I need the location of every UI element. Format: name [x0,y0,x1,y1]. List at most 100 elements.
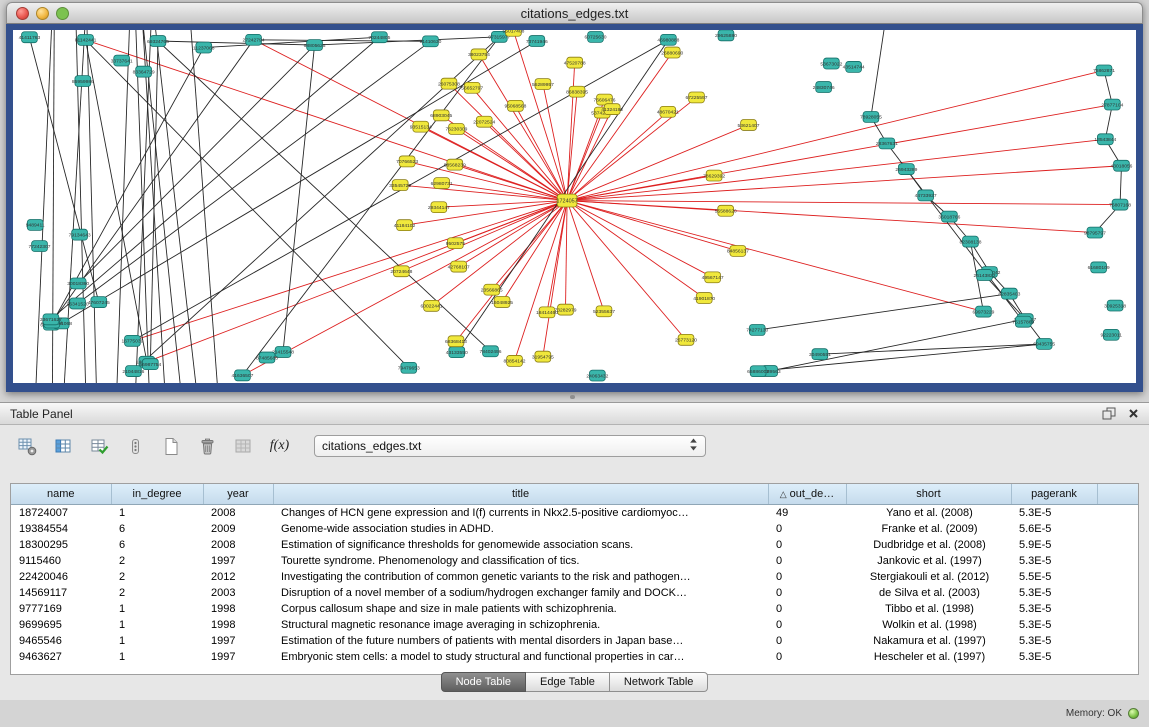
graph-node[interactable]: 1724057 [557,194,578,207]
graph-node[interactable]: 92223011 [1100,329,1122,340]
graph-node[interactable]: 53673022 [820,58,842,69]
graph-node[interactable]: 41184102 [394,220,416,231]
graph-node[interactable]: 29625880 [715,30,737,41]
graph-node[interactable]: 98795797 [1084,227,1106,238]
column-header-title[interactable]: title [273,484,768,504]
graph-node[interactable]: 23566865 [481,284,503,295]
row-options-icon[interactable] [122,433,149,459]
tab-network-table[interactable]: Network Table [610,672,709,692]
table-selector-dropdown[interactable]: citations_edges.txt [314,435,706,457]
graph-node[interactable]: 30490551 [809,349,831,360]
graph-node[interactable]: 66886002 [747,366,769,377]
graph-node[interactable]: 31954795 [532,351,554,362]
graph-node[interactable]: 68903045 [430,110,452,121]
close-window-button[interactable] [16,7,29,20]
graph-node[interactable]: 95068568 [504,100,526,111]
graph-node[interactable]: 43018056 [1110,160,1132,171]
new-column-icon[interactable] [86,433,113,459]
tab-node-table[interactable]: Node Table [441,672,526,692]
graph-node[interactable]: 26880690 [661,47,683,58]
graph-node[interactable]: 30018360 [67,278,89,289]
new-document-icon[interactable] [158,433,185,459]
function-builder-icon[interactable]: f(x) [266,433,293,459]
graph-node[interactable]: 38023754 [468,49,490,60]
tab-edge-table[interactable]: Edge Table [526,672,610,692]
graph-node[interactable]: 43133550 [446,347,468,358]
graph-node[interactable]: 73741946 [526,36,548,47]
graph-node[interactable]: 43514744 [843,61,865,72]
column-header-name[interactable]: name [11,484,111,504]
graph-node[interactable]: 42768107 [448,261,470,272]
graph-node[interactable]: 87485683 [256,352,278,363]
graph-node[interactable]: 70766523 [396,156,418,167]
column-header-out_degree[interactable]: △out_de… [768,484,846,504]
graph-node[interactable]: 96341520 [67,298,89,309]
graph-node[interactable]: 52355637 [593,306,615,317]
graph-node[interactable]: 48670421 [657,106,679,117]
graph-node[interactable]: 86838395 [566,86,588,97]
graph-node[interactable]: 46980888 [657,34,679,45]
graph-node[interactable]: 24830746 [813,82,835,93]
graph-node[interactable]: 30925318 [1104,300,1126,311]
table-row[interactable]: 977716911998Corpus callosum shape and si… [11,601,1138,617]
graph-node[interactable]: 26943289 [895,164,917,175]
graph-node[interactable]: 76862871 [1093,65,1115,76]
graph-node[interactable]: 81142441 [75,34,97,45]
network-canvas[interactable]: 41411763 81142441 69324765 11237068 27242794… [13,30,1136,383]
table-row[interactable]: 911546021997Tourette syndrome. Phenomeno… [11,553,1138,569]
table-row[interactable]: 1456911722003Disruption of a novel membe… [11,585,1138,601]
graph-node[interactable]: 24063432 [586,370,608,381]
zoom-window-button[interactable] [56,7,69,20]
graph-node[interactable]: 69435755 [1033,338,1055,349]
graph-node[interactable]: 26773120 [675,334,697,345]
table-row[interactable]: 969969511998Structural magnetic resonanc… [11,617,1138,633]
graph-node[interactable]: 84856137 [727,245,749,256]
graph-node[interactable]: 9502575 [446,238,465,249]
graph-node[interactable]: 27242794 [243,34,265,45]
graph-node[interactable]: 41411763 [19,32,41,43]
graph-node[interactable]: 61680109 [1088,262,1110,273]
graph-node[interactable]: 49567147 [702,272,724,283]
graph-node[interactable]: 77242307 [29,241,51,252]
graph-node[interactable]: 22072524 [473,116,495,127]
graph-node[interactable]: 82308138 [959,236,981,247]
table-row[interactable]: 1938455462009Genome-wide association stu… [11,521,1138,537]
column-header-pagerank[interactable]: pagerank [1011,484,1097,504]
graph-node[interactable]: 76230309 [445,124,467,135]
graph-node[interactable]: 55588620 [715,205,737,216]
graph-node[interactable]: 55017408 [502,30,524,36]
graph-node[interactable]: 70244805 [368,32,390,43]
graph-node[interactable]: 33671627 [40,314,62,325]
graph-node[interactable]: 26075308 [438,78,460,89]
split-handle[interactable] [0,392,1149,402]
table-row[interactable]: 946362711997Embryonic stem cells: a mode… [11,649,1138,665]
graph-node[interactable]: 83364729 [133,66,155,77]
graph-node[interactable]: 82835403 [998,288,1020,299]
graph-node[interactable]: 36018766 [938,211,960,222]
column-header-short[interactable]: short [846,484,1011,504]
graph-node[interactable]: 13543844 [1094,134,1116,145]
graph-node[interactable]: 16775039 [121,335,143,346]
graph-node[interactable]: 33545729 [389,180,411,191]
graph-node[interactable]: 60725630 [585,31,607,42]
delete-table-icon[interactable] [194,433,221,459]
graph-node[interactable]: 62980731 [431,178,453,189]
graph-node[interactable]: 75157869 [1012,316,1034,327]
graph-node[interactable]: 28367631 [876,138,898,149]
graph-node[interactable]: 56652797 [461,82,483,93]
graph-node[interactable]: 44733927 [915,190,937,201]
graph-node[interactable]: 41636507 [231,370,253,381]
graph-node[interactable]: 60022441 [421,300,443,311]
import-table-icon[interactable] [230,433,257,459]
graph-node[interactable]: 27877104 [1101,99,1123,110]
graph-node[interactable]: 41901870 [693,293,715,304]
column-header-year[interactable]: year [203,484,273,504]
minimize-window-button[interactable] [36,7,49,20]
graph-node[interactable]: 88568239 [444,159,466,170]
graph-node[interactable]: 11237068 [193,42,215,53]
graph-node[interactable]: 68368413 [445,336,467,347]
graph-node[interactable]: 78928055 [860,112,882,123]
graph-node[interactable]: 69324765 [147,36,169,47]
table-mode-icon[interactable] [14,433,41,459]
graph-node[interactable]: 69973229 [972,306,994,317]
